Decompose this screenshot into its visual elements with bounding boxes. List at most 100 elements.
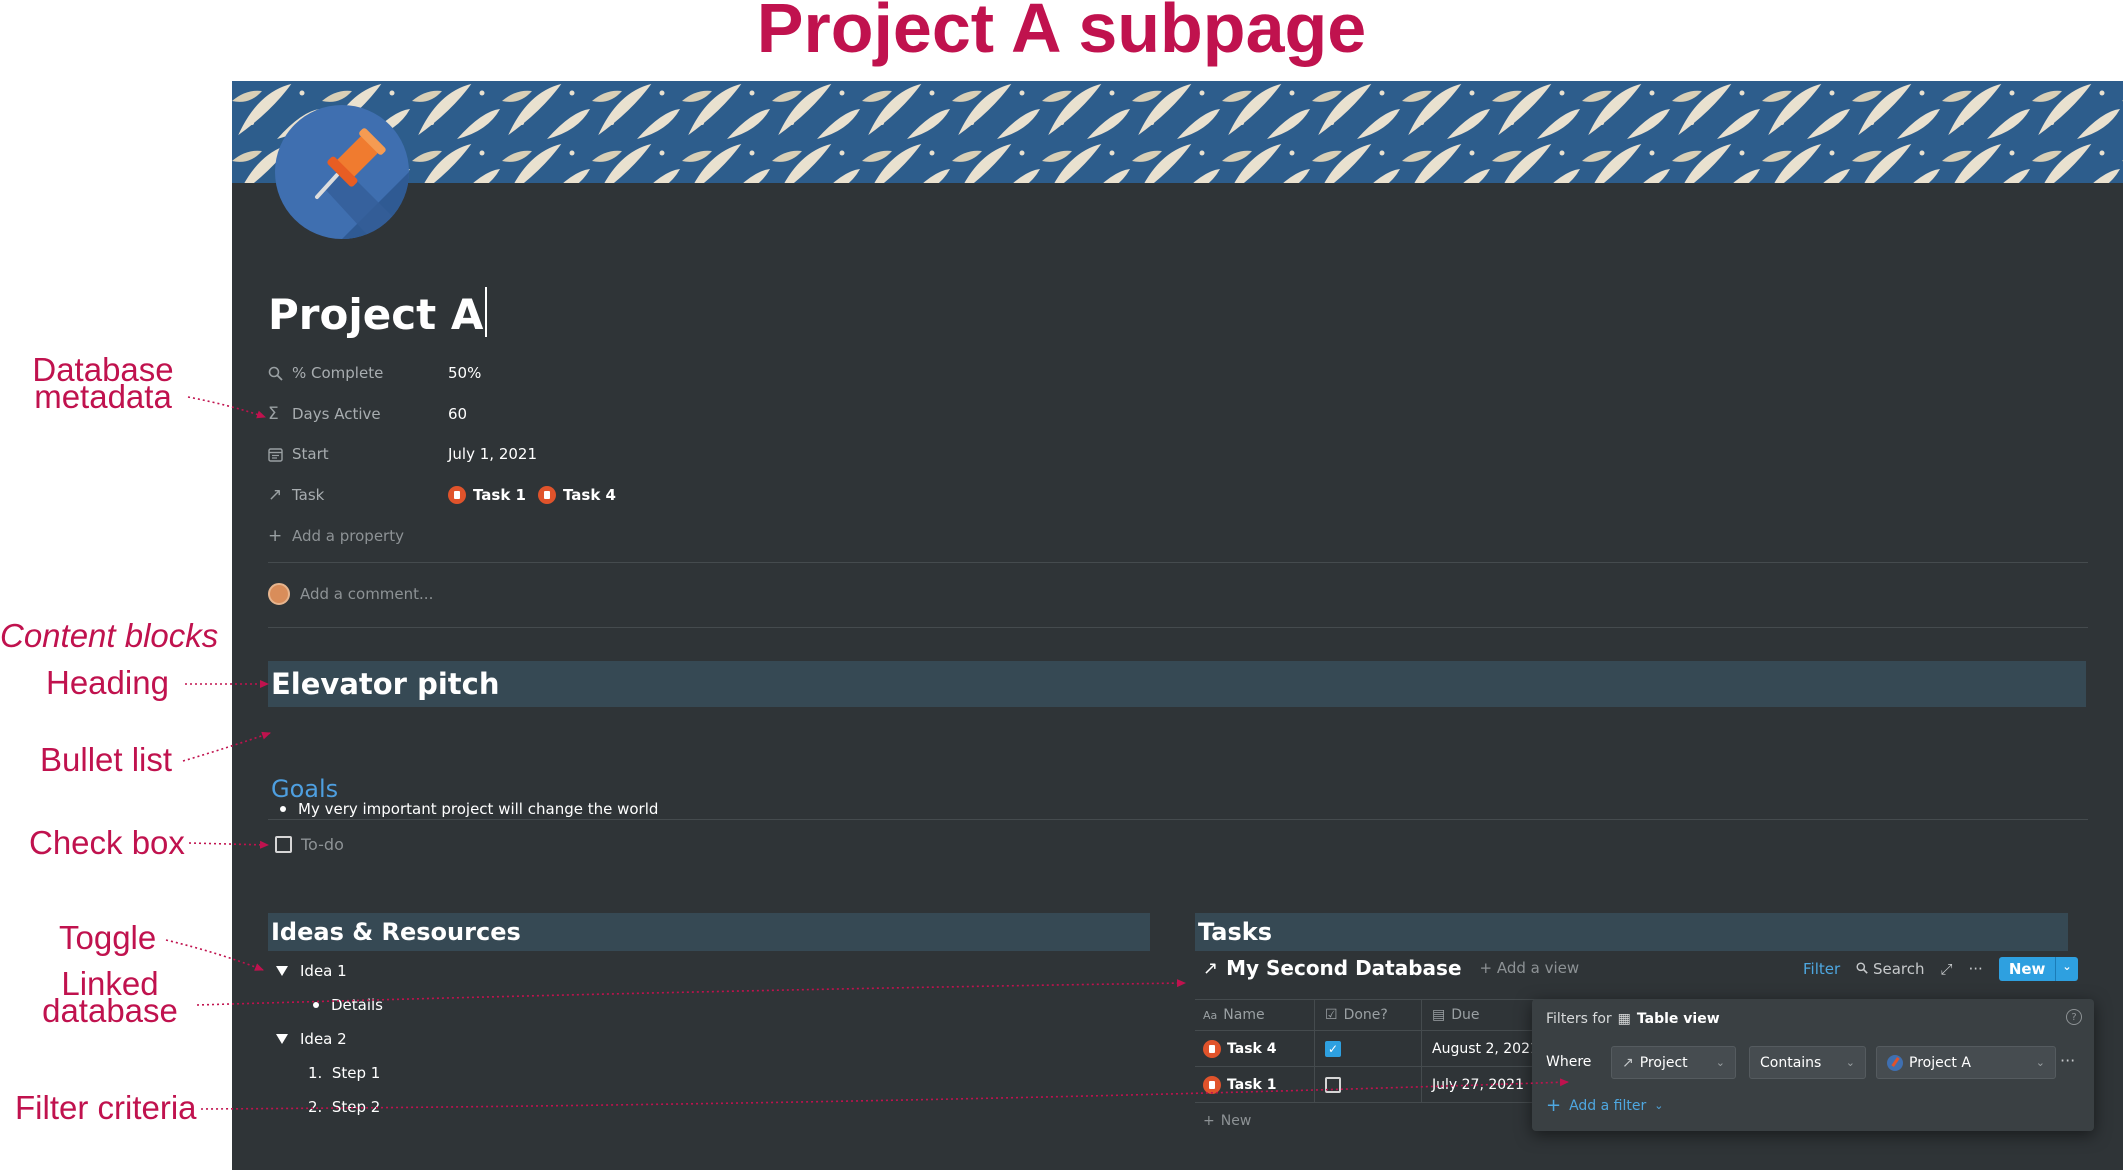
filter-popup: Filters for ▦ Table view ? Where ↗ Proje… xyxy=(1532,999,2094,1131)
filter-view-name: Table view xyxy=(1636,1011,1720,1027)
toggle-triangle-icon[interactable] xyxy=(276,966,288,976)
relation-arrow-icon: ↗ xyxy=(1622,1054,1634,1071)
property-value: 60 xyxy=(448,405,468,423)
filter-button[interactable]: Filter xyxy=(1803,960,1840,978)
notion-page: Project A % Complete 50% Σ Days Active 6… xyxy=(232,81,2123,1170)
heading-elevator-pitch[interactable]: Elevator pitch xyxy=(268,661,2086,707)
filter-popup-title: Filters for ▦ Table view xyxy=(1546,1011,1720,1027)
text-property-icon: Aa xyxy=(1203,1008,1218,1022)
property-row-start[interactable]: Start July 1, 2021 xyxy=(268,439,537,469)
linked-database-header: ↗ My Second Database + Add a view xyxy=(1203,956,1579,980)
heading-ideas-resources[interactable]: Ideas & Resources xyxy=(268,913,1150,951)
bullet-item-details[interactable]: Details xyxy=(313,996,383,1014)
add-filter-button[interactable]: + Add a filter ⌄ xyxy=(1546,1095,1663,1116)
cell-text: Task 4 xyxy=(1227,1040,1277,1057)
annotation-check-box: Check box xyxy=(29,824,185,861)
task-page-icon xyxy=(1203,1039,1221,1058)
cell-due[interactable]: August 2, 2021 xyxy=(1422,1031,1542,1066)
todo-item[interactable]: To-do xyxy=(275,835,344,854)
numbered-item-step-2[interactable]: 2. Step 2 xyxy=(308,1098,380,1116)
relation-arrow-icon: ↗ xyxy=(268,485,283,505)
column-label: Due xyxy=(1451,1007,1480,1023)
todo-text: To-do xyxy=(301,835,344,854)
more-options-icon[interactable]: ··· xyxy=(2060,1051,2075,1070)
property-value: July 1, 2021 xyxy=(448,445,537,463)
divider xyxy=(268,819,2088,820)
list-number: 1. xyxy=(308,1064,323,1082)
annotation-toggle: Toggle xyxy=(59,919,157,956)
chevron-down-icon: ⌄ xyxy=(1715,1056,1725,1069)
new-button[interactable]: New ⌄ xyxy=(1998,957,2078,981)
relation-chip-label: Task 1 xyxy=(473,486,526,504)
add-filter-label: Add a filter xyxy=(1569,1097,1647,1114)
chevron-down-icon: ⌄ xyxy=(2035,1056,2045,1069)
plus-icon: + xyxy=(1203,1113,1215,1129)
plus-icon: + xyxy=(1546,1095,1562,1116)
numbered-item-step-1[interactable]: 1. Step 1 xyxy=(308,1064,380,1082)
column-header-name[interactable]: Aa Name xyxy=(1195,1000,1315,1030)
annotation-filter-criteria: Filter criteria xyxy=(15,1089,197,1126)
linked-arrow-icon: ↗ xyxy=(1203,957,1219,979)
column-label: Done? xyxy=(1343,1007,1388,1023)
add-comment-placeholder: Add a comment... xyxy=(300,585,434,603)
select-value: Contains xyxy=(1760,1054,1822,1071)
heading-goals[interactable]: Goals xyxy=(271,775,338,803)
add-comment-field[interactable]: Add a comment... xyxy=(268,583,433,605)
toggle-idea-1[interactable]: Idea 1 xyxy=(276,962,347,980)
bullet-text: Details xyxy=(331,996,384,1014)
more-options-icon[interactable]: ··· xyxy=(1969,960,1983,978)
calendar-icon xyxy=(268,447,292,462)
task-page-icon xyxy=(537,486,556,504)
cover-pattern xyxy=(232,81,2123,183)
chevron-down-icon: ⌄ xyxy=(1845,1056,1855,1069)
property-row-days-active[interactable]: Σ Days Active 60 xyxy=(268,399,467,429)
relation-chip-task-1[interactable]: Task 1 xyxy=(448,486,526,504)
cell-due[interactable]: July 27, 2021 xyxy=(1422,1067,1542,1102)
filter-value-select[interactable]: Project A ⌄ xyxy=(1876,1046,2056,1079)
chevron-down-icon[interactable]: ⌄ xyxy=(2055,957,2077,981)
done-checkbox-checked[interactable]: ✓ xyxy=(1325,1040,1341,1057)
cell-text: Task 1 xyxy=(1227,1076,1277,1093)
list-number: 2. xyxy=(308,1098,323,1116)
column-header-done[interactable]: ☑ Done? xyxy=(1315,1000,1422,1030)
column-header-due[interactable]: ▤ Due xyxy=(1422,1000,1542,1030)
toggle-idea-2[interactable]: Idea 2 xyxy=(276,1030,347,1048)
filter-title-prefix: Filters for xyxy=(1546,1011,1612,1027)
annotation-linked-database: Linked database xyxy=(30,967,190,1027)
relation-chip-task-4[interactable]: Task 4 xyxy=(537,486,616,504)
add-view-button[interactable]: + Add a view xyxy=(1480,959,1580,977)
cell-name[interactable]: Task 1 xyxy=(1195,1067,1315,1102)
heading-tasks[interactable]: Tasks xyxy=(1195,913,2068,951)
toggle-triangle-icon[interactable] xyxy=(276,1034,288,1044)
expand-icon[interactable]: ⤢ xyxy=(1940,960,1952,978)
bullet-text: My very important project will change th… xyxy=(298,800,659,818)
filter-where-label: Where xyxy=(1546,1054,1592,1070)
cover-image xyxy=(232,81,2123,183)
property-name: Task xyxy=(292,486,325,504)
slide-title: Project A subpage xyxy=(756,0,1367,67)
add-property-button[interactable]: + Add a property xyxy=(268,521,404,551)
pushpin-icon[interactable] xyxy=(275,105,409,239)
add-row-label: New xyxy=(1220,1113,1252,1129)
todo-checkbox[interactable] xyxy=(275,836,292,853)
database-title[interactable]: My Second Database xyxy=(1226,956,1461,980)
add-property-label: Add a property xyxy=(292,527,404,545)
done-checkbox-unchecked[interactable] xyxy=(1325,1076,1341,1093)
annotation-content-blocks: Content blocks xyxy=(0,617,219,654)
property-row-complete[interactable]: % Complete 50% xyxy=(268,358,481,388)
chevron-down-icon: ⌄ xyxy=(1654,1099,1664,1112)
page-title-text: Project A xyxy=(268,290,484,339)
cell-name[interactable]: Task 4 xyxy=(1195,1031,1315,1066)
toggle-label: Idea 1 xyxy=(300,962,347,980)
bullet-dot xyxy=(280,806,286,812)
property-value: 50% xyxy=(448,364,482,382)
filter-property-select[interactable]: ↗ Project ⌄ xyxy=(1611,1046,1736,1079)
page-title[interactable]: Project A xyxy=(268,287,488,339)
search-button[interactable]: Search xyxy=(1856,960,1924,978)
sigma-icon: Σ xyxy=(268,404,279,424)
property-row-task[interactable]: ↗ Task Task 1 Task 4 xyxy=(268,480,616,510)
plus-icon: + xyxy=(268,526,283,546)
database-toolbar: Filter Search ⤢ ··· New ⌄ xyxy=(1803,957,2078,981)
filter-operator-select[interactable]: Contains ⌄ xyxy=(1749,1046,1866,1079)
help-icon[interactable]: ? xyxy=(2066,1009,2082,1025)
